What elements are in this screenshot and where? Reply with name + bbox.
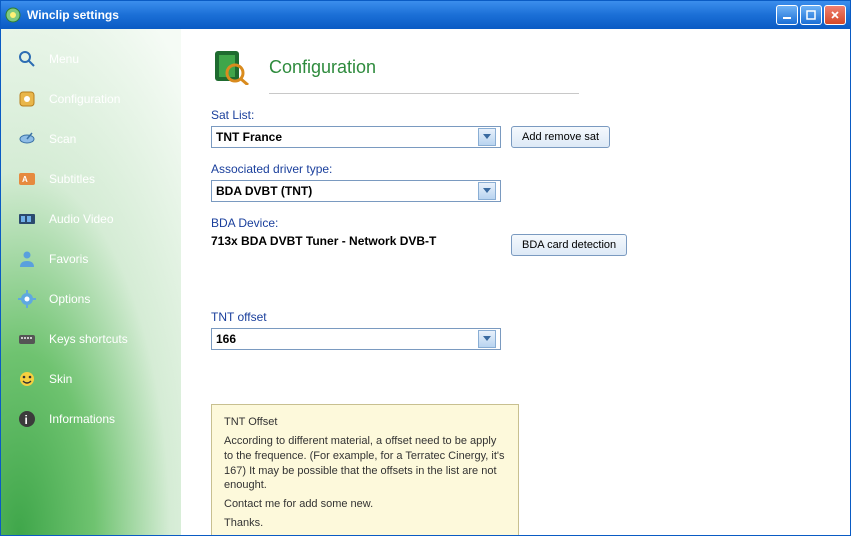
tnt-offset-info-box: TNT Offset According to different materi… — [211, 404, 519, 535]
sidebar-item-label: Configuration — [49, 92, 120, 106]
sidebar-item-label: Audio Video — [49, 212, 114, 226]
minimize-button[interactable] — [776, 5, 798, 25]
bda-card-detection-button[interactable]: BDA card detection — [511, 234, 627, 256]
tnt-offset-value: 166 — [216, 332, 236, 346]
satlist-value: TNT France — [216, 130, 282, 144]
add-remove-sat-button[interactable]: Add remove sat — [511, 126, 610, 148]
tnt-offset-select[interactable]: 166 — [211, 328, 501, 350]
chevron-down-icon — [478, 330, 496, 348]
window-title: Winclip settings — [27, 8, 776, 22]
titlebar: Winclip settings — [1, 1, 850, 29]
sidebar-item-keyshortcuts[interactable]: Keys shortcuts — [1, 319, 181, 359]
info-line: According to different material, a offse… — [224, 434, 506, 493]
sidebar-item-favoris[interactable]: Favoris — [1, 239, 181, 279]
svg-text:A: A — [22, 175, 28, 184]
chevron-down-icon — [478, 128, 496, 146]
sidebar-item-options[interactable]: Options — [1, 279, 181, 319]
sidebar-item-scan[interactable]: Scan — [1, 119, 181, 159]
sidebar-item-label: Options — [49, 292, 90, 306]
user-icon — [17, 249, 37, 269]
sidebar-item-label: Menu — [49, 52, 79, 66]
maximize-button[interactable] — [800, 5, 822, 25]
svg-text:i: i — [25, 413, 28, 427]
sidebar-item-label: Scan — [49, 132, 76, 146]
sidebar-item-label: Informations — [49, 412, 115, 426]
sidebar-item-label: Subtitles — [49, 172, 95, 186]
driver-value: BDA DVBT (TNT) — [216, 184, 312, 198]
driver-label: Associated driver type: — [211, 162, 820, 176]
info-title: TNT Offset — [224, 415, 506, 430]
tnt-offset-label: TNT offset — [211, 310, 820, 324]
close-button[interactable] — [824, 5, 846, 25]
keyboard-icon — [17, 329, 37, 349]
scan-icon — [17, 129, 37, 149]
sidebar: Menu Configuration Scan A Subtitles Audi… — [1, 29, 181, 535]
audiovideo-icon — [17, 209, 37, 229]
subtitles-icon: A — [17, 169, 37, 189]
bda-device-value: 713x BDA DVBT Tuner - Network DVB-T — [211, 234, 501, 248]
page-header-icon — [211, 49, 251, 85]
sidebar-item-menu[interactable]: Menu — [1, 39, 181, 79]
title-divider — [269, 93, 579, 94]
info-line: Thanks. — [224, 516, 506, 531]
skin-icon — [17, 369, 37, 389]
sidebar-item-informations[interactable]: i Informations — [1, 399, 181, 439]
magnifier-icon — [17, 49, 37, 69]
gear-icon — [17, 289, 37, 309]
satlist-label: Sat List: — [211, 108, 820, 122]
sidebar-item-audiovideo[interactable]: Audio Video — [1, 199, 181, 239]
info-icon: i — [17, 409, 37, 429]
sidebar-item-subtitles[interactable]: A Subtitles — [1, 159, 181, 199]
app-window: Winclip settings Menu Configuration Scan… — [0, 0, 851, 536]
chevron-down-icon — [478, 182, 496, 200]
info-line: Contact me for add some new. — [224, 497, 506, 512]
sidebar-item-label: Skin — [49, 372, 72, 386]
config-icon — [17, 89, 37, 109]
satlist-select[interactable]: TNT France — [211, 126, 501, 148]
sidebar-item-skin[interactable]: Skin — [1, 359, 181, 399]
sidebar-item-label: Keys shortcuts — [49, 332, 128, 346]
driver-select[interactable]: BDA DVBT (TNT) — [211, 180, 501, 202]
bda-device-label: BDA Device: — [211, 216, 820, 230]
content-area: Configuration Sat List: TNT France Add r… — [181, 29, 850, 535]
sidebar-item-configuration[interactable]: Configuration — [1, 79, 181, 119]
page-title: Configuration — [269, 57, 376, 78]
window-controls — [776, 5, 846, 25]
sidebar-item-label: Favoris — [49, 252, 88, 266]
app-icon — [5, 7, 21, 23]
